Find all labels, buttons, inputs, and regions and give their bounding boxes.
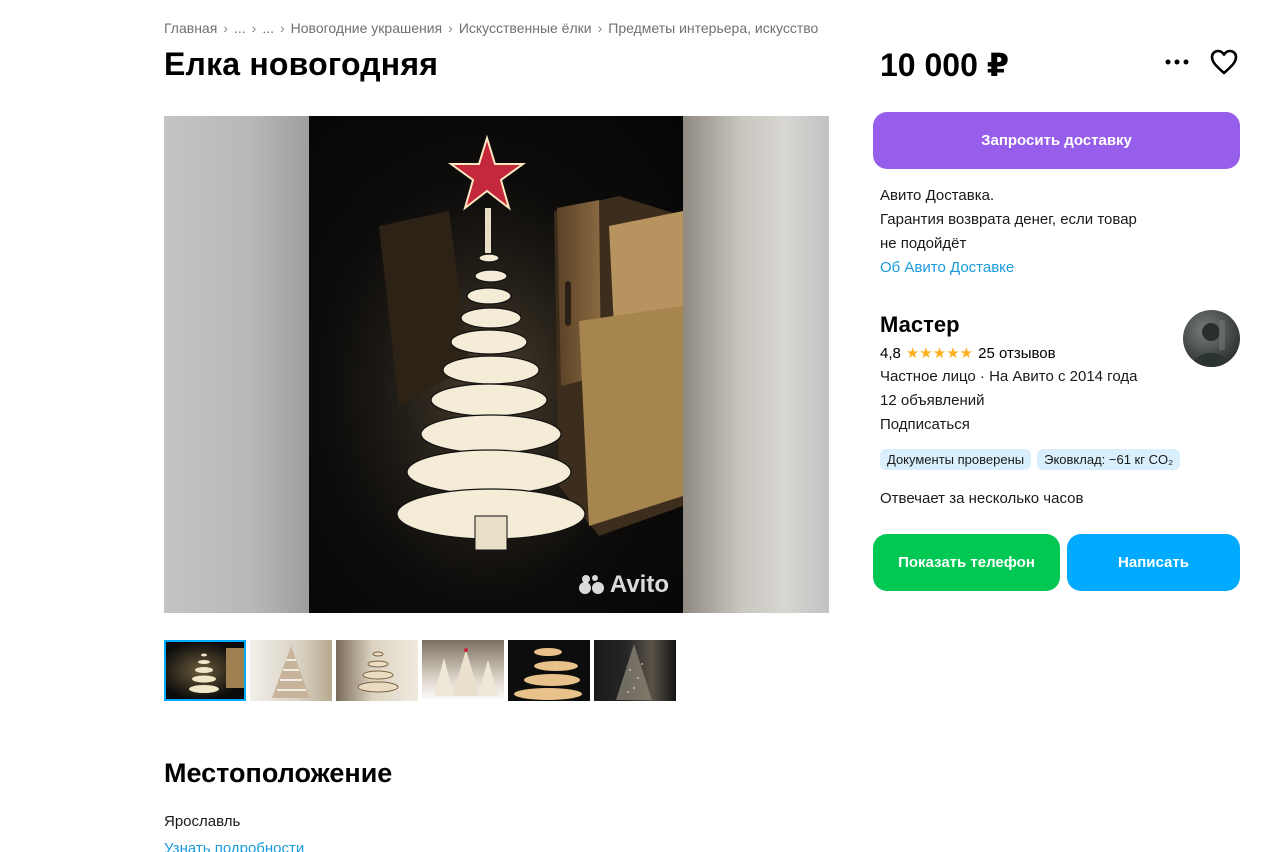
thumbnail[interactable]: [594, 640, 676, 701]
main-photo-gallery[interactable]: Avito: [164, 116, 829, 613]
seller-name[interactable]: Мастер: [880, 312, 960, 338]
seller-listings-count[interactable]: 12 объявлений: [880, 392, 985, 409]
location-city: Ярославль: [164, 813, 241, 830]
thumbnail[interactable]: [508, 640, 590, 701]
reviews-link[interactable]: 25 отзывов: [978, 345, 1056, 362]
seller-badges: Документы проверены Эковклад: −61 кг CO₂: [880, 449, 1181, 470]
listing-title: Елка новогодняя: [164, 46, 439, 82]
write-message-button[interactable]: Написать: [1067, 534, 1240, 591]
seller-rating: 4,8 ★★★★★ 25 отзывов: [880, 344, 1056, 363]
breadcrumb-separator: ›: [597, 20, 603, 36]
breadcrumb-item-decorations[interactable]: Новогодние украшения: [291, 20, 442, 36]
breadcrumb-item-artificial-trees[interactable]: Искусственные ёлки: [459, 20, 592, 36]
request-delivery-button[interactable]: Запросить доставку: [873, 112, 1240, 169]
location-heading: Местоположение: [164, 758, 393, 788]
breadcrumb-separator: ›: [251, 20, 257, 36]
breadcrumb-separator: ›: [223, 20, 228, 36]
listing-price: 10 000 ₽: [880, 47, 1010, 83]
seller-avatar[interactable]: [1183, 310, 1240, 367]
breadcrumb: Главная › ... › ... › Новогодние украшен…: [164, 20, 818, 36]
subscribe-link[interactable]: Подписаться: [880, 416, 970, 433]
main-photo: Avito: [309, 116, 683, 613]
rating-value: 4,8: [880, 344, 901, 362]
listing-page: Главная › ... › ... › Новогодние украшен…: [0, 0, 1280, 852]
thumbnail[interactable]: [250, 640, 332, 701]
avito-watermark: Avito: [578, 571, 669, 599]
rating-stars-icon: ★★★★★: [905, 345, 974, 362]
thumbnail[interactable]: [336, 640, 418, 701]
badge-eco-contribution[interactable]: Эковклад: −61 кг CO₂: [1037, 449, 1181, 470]
photo-blur-background: [164, 116, 309, 613]
delivery-line: Авито Доставка.: [880, 187, 995, 204]
delivery-line: Гарантия возврата денег, если товар: [880, 211, 1137, 228]
watermark-text: Avito: [609, 571, 669, 598]
seller-type-since: Частное лицо · На Авито с 2014 года: [880, 368, 1138, 385]
breadcrumb-item-home[interactable]: Главная: [164, 20, 217, 36]
delivery-info: Авито Доставка. Гарантия возврата денег,…: [880, 184, 1200, 280]
breadcrumb-separator: ›: [279, 20, 285, 36]
about-delivery-link[interactable]: Об Авито Доставке: [880, 256, 1200, 280]
favorite-heart-icon[interactable]: [1208, 46, 1240, 78]
delivery-line: не подойдёт: [880, 235, 967, 252]
breadcrumb-item-collapsed[interactable]: ...: [262, 20, 274, 36]
breadcrumb-separator: ›: [448, 20, 453, 36]
location-details-link[interactable]: Узнать подробности: [164, 840, 304, 852]
show-phone-button[interactable]: Показать телефон: [873, 534, 1060, 591]
photo-blur-background: [683, 116, 829, 613]
thumbnail[interactable]: [164, 640, 246, 701]
badge-documents-verified[interactable]: Документы проверены: [880, 449, 1032, 470]
response-time: Отвечает за несколько часов: [880, 490, 1084, 507]
breadcrumb-item-interior[interactable]: Предметы интерьера, искусство: [608, 20, 818, 36]
more-options-icon[interactable]: [1160, 48, 1194, 76]
breadcrumb-item-collapsed[interactable]: ...: [234, 20, 246, 36]
thumbnail[interactable]: [422, 640, 504, 701]
thumbnail-strip: [164, 640, 676, 701]
